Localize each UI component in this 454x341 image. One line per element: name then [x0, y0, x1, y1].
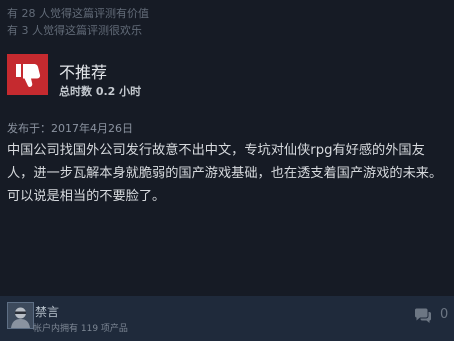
username-link[interactable]: 禁言	[35, 303, 59, 320]
thumbs-down-icon	[7, 54, 48, 95]
posted-date: 发布于：2017年4月26日	[7, 122, 133, 135]
comment-count: 0	[440, 307, 449, 322]
playtime: 总时数 0.2 小时	[59, 85, 142, 98]
review-text: 中国公司找国外公司发行故意不出中文，专坑对仙侠rpg有好感的外国友人，进一步瓦解…	[7, 143, 443, 204]
comment-bubble-icon[interactable]	[414, 308, 432, 324]
funny-count: 有 3 人觉得这篇评测很欢乐	[7, 24, 142, 37]
author-footer: 禁言 帐户内拥有 119 项产品 0	[0, 296, 454, 341]
owned-products: 帐户内拥有 119 项产品	[33, 324, 128, 334]
helpful-count: 有 28 人觉得这篇评测有价值	[7, 7, 149, 20]
user-avatar[interactable]	[7, 302, 34, 329]
verdict-label: 不推荐	[59, 63, 108, 82]
